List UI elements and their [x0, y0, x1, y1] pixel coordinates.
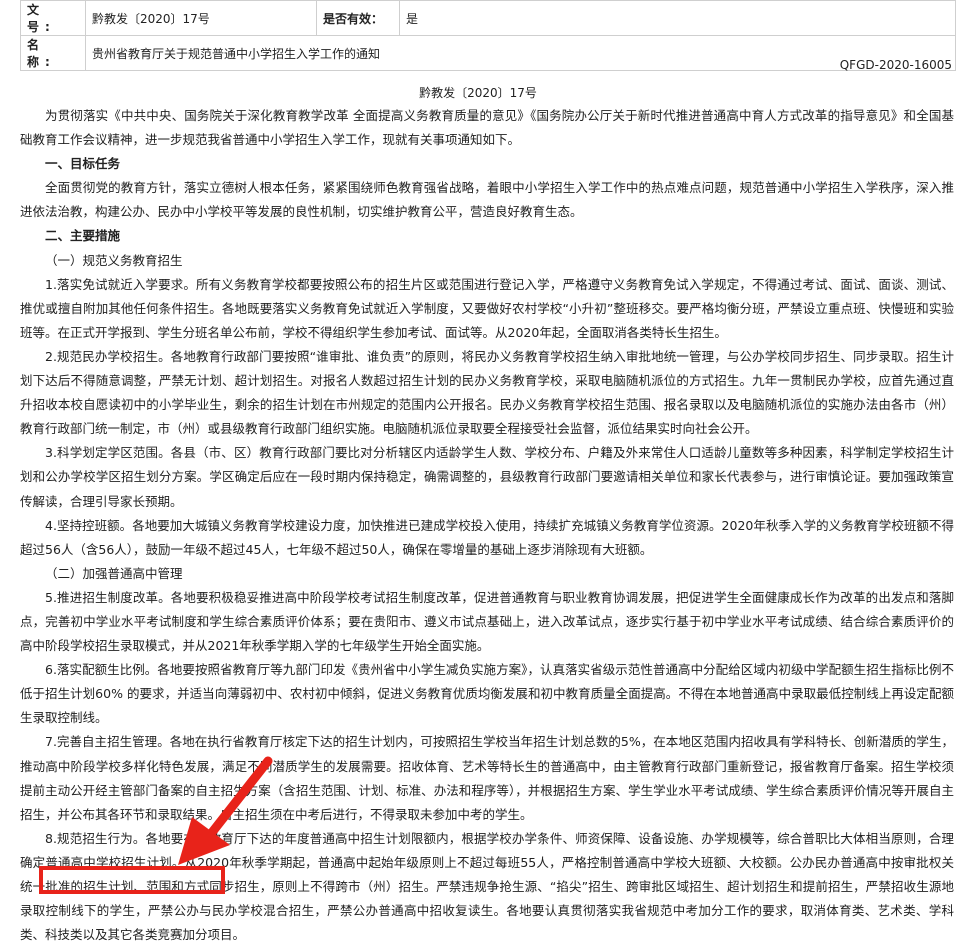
validity-value: 是 — [399, 0, 956, 36]
doc-number-value: 黔教发〔2020〕17号 — [85, 0, 317, 36]
subheading-high-school: （二）加强普通高中管理 — [45, 565, 183, 581]
paragraph-item-4: 4.坚持控班额。各地要加大城镇义务教育学校建设力度，加快推进已建成学校投入使用，… — [20, 517, 954, 557]
paragraph-item-2: 2.规范民办学校招生。各地教育行政部门要按照“谁审批、谁负责”的原则，将民办义务… — [20, 348, 954, 437]
doc-number-label: 文 号: — [20, 0, 86, 36]
paragraph-item-7: 7.完善自主招生管理。各地在执行省教育厅核定下达的招生计划内，可按照招生学校当年… — [20, 734, 954, 822]
doc-name-label: 名 称: — [20, 35, 86, 71]
paragraph-item-6: 6.落实配额生比例。各地要按照省教育厅等九部门印发《贵州省中小学生减负实施方案》… — [20, 662, 954, 726]
annotation-arrow — [178, 756, 273, 865]
validity-label: 是否有效： — [316, 0, 400, 36]
document-number: 黔教发〔2020〕17号 — [419, 86, 537, 100]
document-meta-table: 文 号: 黔教发〔2020〕17号 是否有效： 是 名 称: 贵州省教育厅关于规… — [20, 0, 956, 71]
heading-goals: 一、目标任务 — [45, 156, 121, 172]
paragraph-item-3: 3.科学划定学区范围。各县（市、区）教育行政部门要比对分析辖区内适龄学生人数、学… — [20, 445, 954, 509]
highlight-box — [39, 866, 225, 894]
paragraph-item-1: 1.落实免试就近入学要求。所有义务教育学校都要按照公布的招生片区或范围进行登记入… — [20, 276, 954, 340]
subheading-compulsory: （一）规范义务教育招生 — [45, 252, 183, 268]
document-body: 为贯彻落实《中共中央、国务院关于深化教育教学改革 全面提高义务教育质量的意见》《… — [20, 104, 954, 947]
document-code: QFGD-2020-16005 — [839, 58, 952, 72]
paragraph-item-5: 5.推进招生制度改革。各地要积极稳妥推进高中阶段学校考试招生制度改革，促进普通教… — [20, 589, 954, 654]
heading-measures: 二、主要措施 — [45, 228, 121, 244]
paragraph-goals: 全面贯彻党的教育方针，落实立德树人根本任务，紧紧围绕师色教育强省战略，着眼中小学… — [20, 180, 954, 220]
paragraph-intro: 为贯彻落实《中共中央、国务院关于深化教育教学改革 全面提高义务教育质量的意见》《… — [20, 108, 954, 148]
doc-name-value: 贵州省教育厅关于规范普通中小学招生入学工作的通知 — [85, 35, 956, 71]
